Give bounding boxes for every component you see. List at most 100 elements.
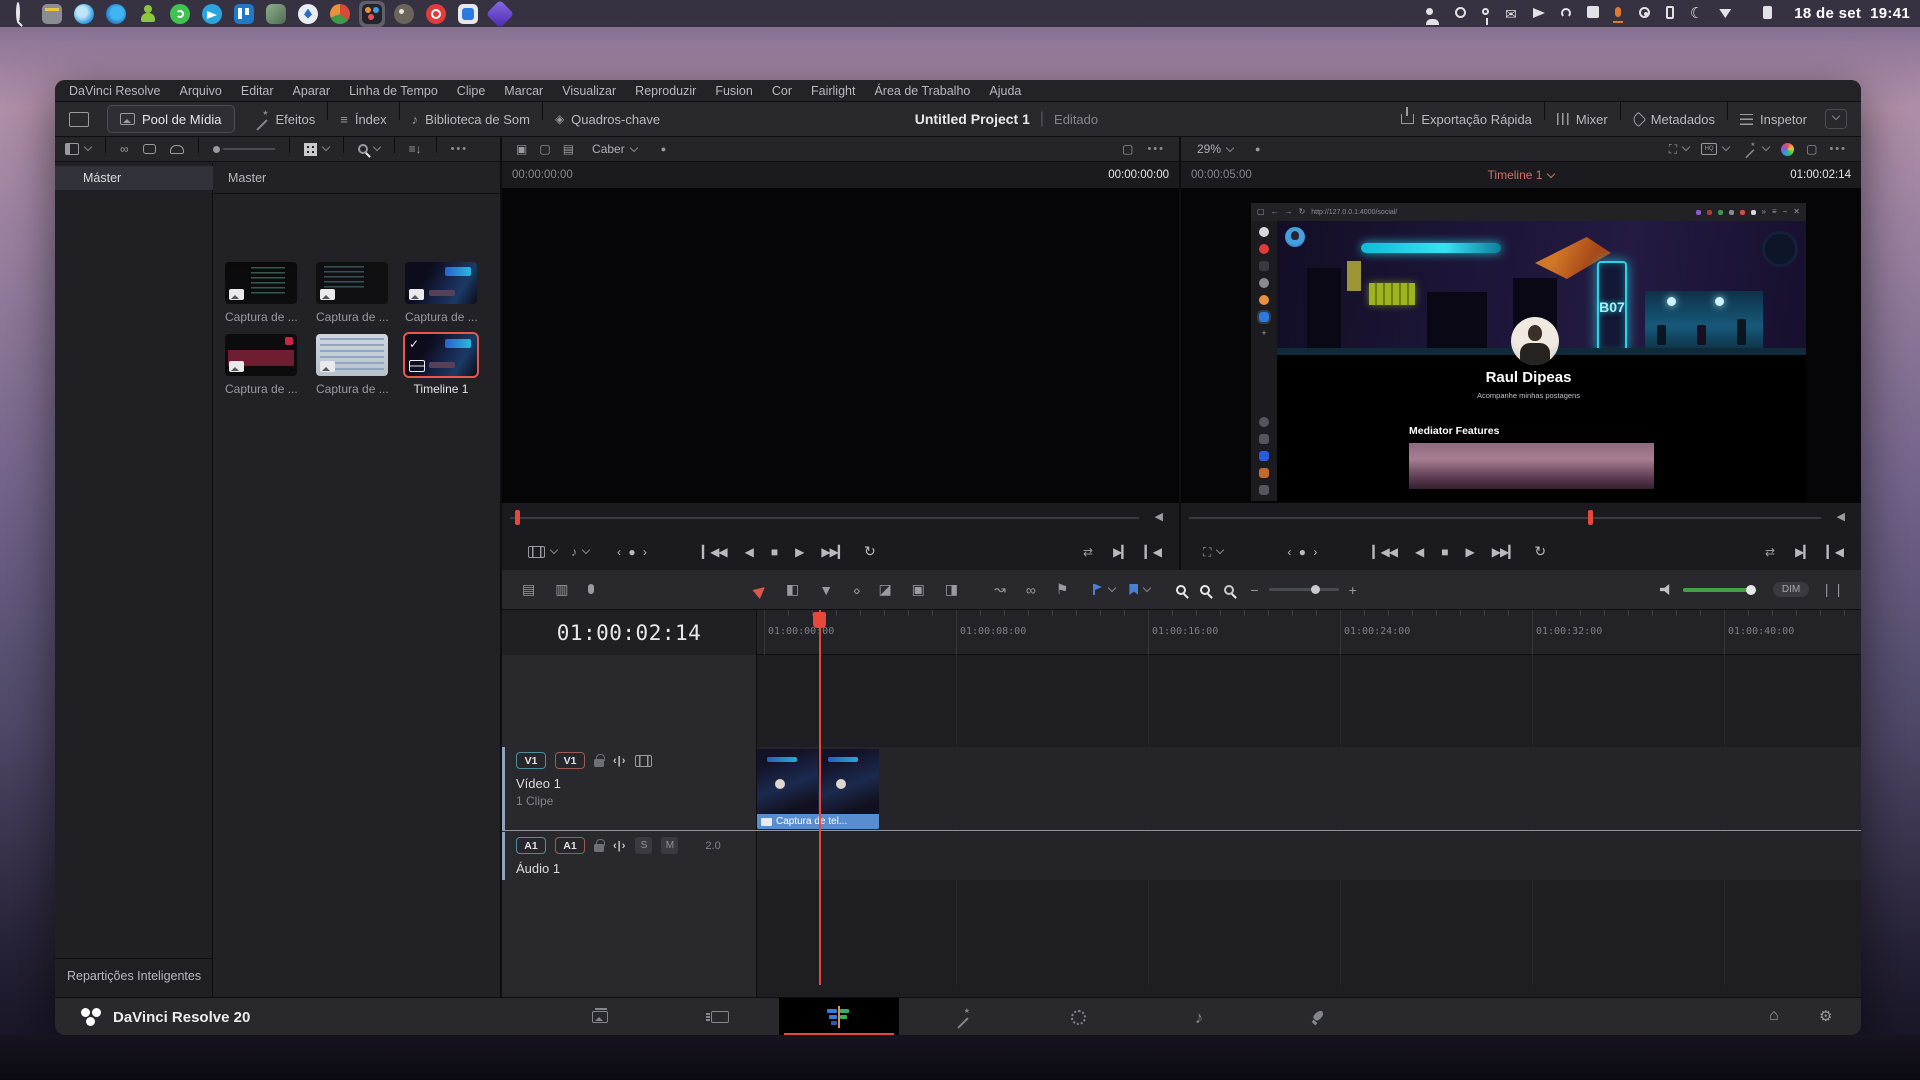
a1-lock-icon[interactable] — [594, 844, 604, 852]
in-out-loop-icon[interactable]: ⇄ — [1765, 546, 1775, 558]
v1-lock-icon[interactable] — [594, 759, 604, 767]
viewer-mode-dropdown[interactable] — [528, 546, 557, 558]
timeline-viewer-video[interactable]: ▢←→↻ http://127.0.0.1:4000/social/ »≡−✕ … — [1181, 188, 1861, 503]
play-button[interactable]: ▶ — [795, 545, 803, 559]
menu-aparar[interactable]: Aparar — [293, 84, 331, 98]
page-fairlight[interactable]: ♪ — [1169, 998, 1229, 1035]
timeline-video-clip[interactable]: Captura de tel... — [757, 749, 879, 829]
enhance-dropdown[interactable] — [1741, 141, 1769, 157]
timer-tray-icon[interactable] — [1455, 6, 1466, 21]
menu-davinci-resolve[interactable]: DaVinci Resolve — [69, 84, 160, 98]
timeline-zoom-slider[interactable] — [1269, 588, 1339, 591]
media-pool-panel-button[interactable]: Pool de Mídia — [107, 105, 235, 133]
go-to-out-button[interactable]: ▶▎ — [1795, 545, 1811, 559]
menu-fairlight[interactable]: Fairlight — [811, 84, 855, 98]
timeline-big-timecode[interactable]: 01:00:02:14 — [502, 610, 757, 655]
single-viewer-icon[interactable]: ▢ — [1122, 143, 1133, 155]
zoom-detail-icon[interactable] — [1176, 585, 1186, 595]
track-options-icon[interactable]: ▥ — [555, 581, 568, 598]
microphone-tray-icon[interactable] — [1615, 5, 1623, 23]
menu-area-de-trabalho[interactable]: Área de Trabalho — [874, 84, 970, 98]
comment-icon[interactable] — [143, 144, 156, 154]
media-clip[interactable]: Captura de ... — [316, 334, 388, 396]
clock[interactable]: 18 de set 19:41 — [1794, 5, 1910, 22]
insert-clip-button[interactable]: ◪ — [878, 581, 891, 598]
menu-arquivo[interactable]: Arquivo — [179, 84, 221, 98]
zoom-out-button[interactable]: − — [1250, 582, 1258, 598]
step-back-button[interactable]: ◀ — [745, 545, 753, 559]
a1-solo-button[interactable]: S — [635, 837, 652, 854]
timeline-playhead-line[interactable] — [819, 610, 821, 985]
skip-forward-button[interactable]: ▶▶▎ — [1492, 545, 1517, 559]
whatsapp-icon[interactable] — [170, 4, 190, 24]
viewer-mode-dropdown[interactable]: ⛶ — [1203, 546, 1223, 558]
clip-audio-dropdown[interactable]: ♪ — [571, 546, 589, 558]
timeline-view-options-icon[interactable]: ▤ — [522, 581, 535, 598]
in-out-loop-icon[interactable]: ⇄ — [1083, 546, 1093, 558]
media-pool-more-icon[interactable]: ••• — [451, 143, 469, 155]
v1-destination-button[interactable]: V1 — [516, 752, 546, 769]
safe-area-icon[interactable]: ▢ — [539, 143, 550, 155]
timeline-viewer-more-icon[interactable]: ••• — [1829, 143, 1847, 155]
skip-forward-button[interactable]: ▶▶▎ — [821, 545, 846, 559]
browser-icon[interactable] — [106, 4, 126, 24]
menu-clipe[interactable]: Clipe — [457, 84, 486, 98]
a1-mute-button[interactable]: M — [661, 837, 678, 854]
quick-export-button[interactable]: Exportação Rápida — [1389, 112, 1544, 127]
menu-linha-de-tempo[interactable]: Linha de Tempo — [349, 84, 438, 98]
skip-back-button[interactable]: ▎◀◀ — [1372, 545, 1397, 559]
razor-tool[interactable]: ▼ — [819, 582, 833, 598]
search-button[interactable] — [358, 144, 380, 154]
relink-icon[interactable]: ∞ — [120, 143, 129, 155]
position-lock-icon[interactable]: ⚑ — [1056, 581, 1069, 598]
dynamic-trim-tool[interactable]: ‹› — [853, 582, 858, 598]
media-clip[interactable]: Captura de ... — [225, 334, 297, 396]
video-track-name[interactable]: Vídeo 1 — [516, 776, 561, 791]
timeline-clip-selected[interactable]: ✓Timeline 1 — [405, 334, 477, 396]
notes-tray-icon[interactable] — [1587, 6, 1599, 21]
proxy-quality-dropdown[interactable]: HQ — [1701, 143, 1729, 155]
sort-icon[interactable]: ≡↓ — [409, 143, 422, 155]
timeline-name-dropdown[interactable]: Timeline 1 — [1488, 168, 1555, 182]
menu-editar[interactable]: Editar — [241, 84, 274, 98]
timeline-scrub-playhead[interactable] — [1588, 510, 1593, 525]
trello-icon[interactable] — [234, 4, 254, 24]
telegram-tray-icon[interactable] — [1533, 6, 1545, 21]
software-store-icon[interactable] — [458, 4, 478, 24]
menu-cor[interactable]: Cor — [772, 84, 792, 98]
a1-autoselect-icon[interactable]: ‹|› — [613, 840, 626, 852]
step-back-button[interactable]: ◀ — [1415, 545, 1423, 559]
play-button[interactable]: ▶ — [1466, 545, 1474, 559]
v1-thumbnail-view-icon[interactable] — [635, 755, 652, 767]
metadata-button[interactable]: Metadados — [1621, 112, 1727, 127]
scrub-handle-icon[interactable]: ◀ — [1837, 512, 1845, 523]
telegram-icon[interactable] — [202, 4, 222, 24]
selection-mode-tool[interactable]: ▶ — [750, 579, 770, 600]
phone-tray-icon[interactable] — [1666, 6, 1674, 22]
collapse-header-button[interactable] — [1825, 109, 1847, 129]
source-scrub-playhead[interactable] — [515, 510, 520, 525]
whatsapp-tray-icon[interactable] — [1561, 6, 1571, 21]
go-to-in-button[interactable]: ▎◀ — [1145, 545, 1161, 559]
thunderbird-icon[interactable] — [74, 4, 94, 24]
overwrite-clip-button[interactable]: ▣ — [912, 581, 925, 598]
stop-button[interactable]: ■ — [1441, 545, 1447, 559]
bin-master[interactable]: Máster — [55, 166, 213, 190]
page-cut[interactable] — [690, 998, 750, 1035]
keyframes-button[interactable]: ◈Quadros-chave — [543, 112, 672, 127]
gimp-icon[interactable] — [394, 4, 414, 24]
index-panel-button[interactable]: ≡Índex — [328, 112, 398, 127]
menu-reproduzir[interactable]: Reproduzir — [635, 84, 696, 98]
page-edit-active[interactable] — [779, 998, 899, 1035]
dev-tool-icon[interactable] — [298, 4, 318, 24]
source-viewer-scrub-bar[interactable]: ◀ — [502, 503, 1179, 533]
flag-dropdown[interactable] — [1092, 584, 1115, 595]
linked-selection-icon[interactable]: ∞ — [1026, 582, 1036, 598]
contacts-icon[interactable] — [138, 4, 158, 24]
photos-icon[interactable] — [266, 4, 286, 24]
smart-bins-header[interactable]: Repartições Inteligentes — [67, 969, 201, 983]
settings-gear-icon[interactable]: ⚙ — [1819, 1009, 1832, 1024]
loop-button[interactable]: ↻ — [1534, 543, 1546, 560]
davinci-resolve-taskbar-icon[interactable] — [359, 1, 385, 27]
search-icon[interactable] — [16, 4, 30, 24]
